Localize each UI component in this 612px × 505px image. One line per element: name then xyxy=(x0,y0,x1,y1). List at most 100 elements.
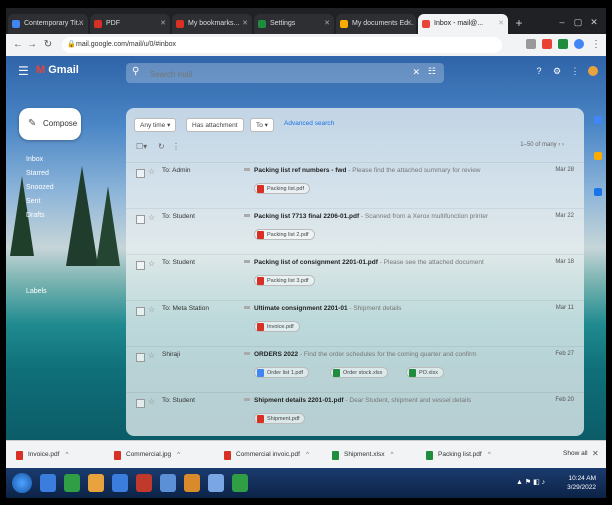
star-icon[interactable]: ☆ xyxy=(148,351,155,360)
attachment-chip[interactable]: PO.xlsx xyxy=(406,367,444,378)
download-item[interactable]: Invoice.pdf ^ xyxy=(16,448,69,462)
attachment-chip[interactable]: Invoice.pdf xyxy=(254,321,300,332)
star-icon[interactable]: ☆ xyxy=(148,259,155,268)
mail-row[interactable]: ☆ To: Student Packing list of consignment … xyxy=(126,254,584,303)
more-actions-icon[interactable]: ⋮ xyxy=(172,142,180,151)
taskbar-app-icon[interactable] xyxy=(88,474,104,492)
row-checkbox[interactable] xyxy=(136,399,145,408)
taskbar-app-icon[interactable] xyxy=(112,474,128,492)
show-all-downloads-link[interactable]: Show all xyxy=(563,450,588,457)
mail-row[interactable]: ☆ To: Meta Station Ultimate consignment 22… xyxy=(126,300,584,349)
taskbar-app-icon[interactable] xyxy=(208,474,224,492)
star-icon[interactable]: ☆ xyxy=(148,213,155,222)
close-icon[interactable]: ✕ xyxy=(406,14,412,34)
close-icon[interactable]: ✕ xyxy=(324,14,330,34)
taskbar-app-icon[interactable] xyxy=(184,474,200,492)
sidebar-item-drafts[interactable]: Drafts xyxy=(26,212,45,219)
bookmark-star-icon[interactable] xyxy=(526,39,536,49)
browser-tab[interactable]: Contemporary Tit... ✕ xyxy=(8,14,88,34)
reload-icon[interactable]: ↻ xyxy=(42,38,54,52)
help-icon[interactable]: ? xyxy=(534,66,544,76)
new-tab-button[interactable]: + xyxy=(512,16,526,30)
star-icon[interactable]: ☆ xyxy=(148,167,155,176)
apps-grid-icon[interactable]: ⋮ xyxy=(570,66,580,76)
taskbar-app-icon[interactable] xyxy=(136,474,152,492)
attachment-chip[interactable]: Packing list.pdf xyxy=(254,183,310,194)
row-checkbox[interactable] xyxy=(136,261,145,270)
sidebar-item-inbox[interactable]: Inbox xyxy=(26,156,43,163)
browser-tab[interactable]: My documents Ed... ✕ xyxy=(336,14,416,34)
importance-marker-icon[interactable] xyxy=(244,306,250,309)
star-icon[interactable]: ☆ xyxy=(148,305,155,314)
select-all-checkbox[interactable]: ☐▾ xyxy=(136,142,147,151)
next-page-icon[interactable]: › xyxy=(562,142,564,148)
browser-menu-icon[interactable]: ⋮ xyxy=(590,38,602,52)
taskbar-app-icon[interactable] xyxy=(64,474,80,492)
download-item[interactable]: Shipment.xlsx ^ xyxy=(332,448,394,462)
attachment-chip[interactable]: Shipment.pdf xyxy=(254,413,306,424)
attachment-chip[interactable]: Order stock.xlsx xyxy=(330,367,389,378)
importance-marker-icon[interactable] xyxy=(244,214,250,217)
taskbar-app-icon[interactable] xyxy=(160,474,176,492)
search-input[interactable] xyxy=(148,65,402,83)
close-icon[interactable]: ✕ xyxy=(498,14,504,34)
filter-chip-attachment[interactable]: Has attachment xyxy=(186,118,244,132)
main-menu-icon[interactable]: ☰ xyxy=(18,64,29,78)
extension-icon[interactable] xyxy=(558,39,568,49)
calendar-icon[interactable] xyxy=(594,116,602,124)
filter-chip-to[interactable]: To ▾ xyxy=(250,118,274,132)
search-icon[interactable]: ⚲ xyxy=(132,66,139,77)
advanced-search-link[interactable]: Advanced search xyxy=(284,120,334,127)
chevron-up-icon[interactable]: ^ xyxy=(390,451,393,458)
clear-search-icon[interactable]: ✕ xyxy=(412,67,420,78)
sidebar-item-snoozed[interactable]: Snoozed xyxy=(26,184,54,191)
row-checkbox[interactable] xyxy=(136,215,145,224)
search-bar[interactable]: ⚲ ✕ ☷ xyxy=(126,63,444,83)
sidebar-item-sent[interactable]: Sent xyxy=(26,198,40,205)
browser-tab-active[interactable]: Inbox - mail@... ✕ xyxy=(418,14,508,34)
minimize-button[interactable]: – xyxy=(556,16,568,28)
mail-row[interactable]: ☆ To: Student Shipment details 2201-01.pdf… xyxy=(126,392,584,436)
account-avatar[interactable] xyxy=(588,66,598,76)
sidebar-item-starred[interactable]: Starred xyxy=(26,170,49,177)
taskbar-app-icon[interactable] xyxy=(40,474,56,492)
filter-chip-time[interactable]: Any time ▾ xyxy=(134,118,177,132)
chevron-up-icon[interactable]: ^ xyxy=(488,451,491,458)
browser-tab[interactable]: Settings ✕ xyxy=(254,14,334,34)
taskbar-app-icon[interactable] xyxy=(232,474,248,492)
maximize-button[interactable]: ▢ xyxy=(572,16,584,28)
gmail-logo[interactable]: M Gmail xyxy=(36,64,79,76)
prev-page-icon[interactable]: ‹ xyxy=(558,142,560,148)
attachment-chip[interactable]: Packing list 2.pdf xyxy=(254,229,315,240)
chevron-up-icon[interactable]: ^ xyxy=(65,451,68,458)
close-icon[interactable]: ✕ xyxy=(78,14,84,34)
row-checkbox[interactable] xyxy=(136,169,145,178)
close-icon[interactable]: ✕ xyxy=(592,449,599,458)
settings-icon[interactable]: ⚙ xyxy=(552,66,562,76)
mail-row[interactable]: ☆ Shiraji ORDERS 2022 - Find the order sch… xyxy=(126,346,584,395)
url-field[interactable]: 🔒 mail.google.com/mail/u/0/#inbox xyxy=(62,37,502,53)
windows-start-icon[interactable] xyxy=(12,473,32,493)
profile-avatar[interactable] xyxy=(574,39,584,49)
download-item[interactable]: Packing list.pdf ^ xyxy=(426,448,491,462)
mail-row[interactable]: ☆ To: Student Packing list 7713 final 2206… xyxy=(126,208,584,257)
row-checkbox[interactable] xyxy=(136,307,145,316)
forward-icon[interactable]: → xyxy=(26,38,38,52)
attachment-chip[interactable]: Order list 1.pdf xyxy=(254,367,310,378)
download-item[interactable]: Commercial.jpg ^ xyxy=(114,448,180,462)
keep-icon[interactable] xyxy=(594,152,602,160)
close-icon[interactable]: ✕ xyxy=(242,14,248,34)
back-icon[interactable]: ← xyxy=(12,38,24,52)
row-checkbox[interactable] xyxy=(136,353,145,362)
compose-button[interactable]: ✎ Compose xyxy=(19,108,81,140)
importance-marker-icon[interactable] xyxy=(244,260,250,263)
clock[interactable]: 10:24 AM 3/29/2022 xyxy=(567,474,596,492)
search-options-icon[interactable]: ☷ xyxy=(428,66,436,77)
extension-icon[interactable] xyxy=(542,39,552,49)
importance-marker-icon[interactable] xyxy=(244,398,250,401)
browser-tab[interactable]: PDF ✕ xyxy=(90,14,170,34)
system-tray-icons[interactable]: ▲ ⚑ ◧ ♪ xyxy=(516,478,545,486)
close-icon[interactable]: ✕ xyxy=(160,14,166,34)
tasks-icon[interactable] xyxy=(594,188,602,196)
importance-marker-icon[interactable] xyxy=(244,352,250,355)
